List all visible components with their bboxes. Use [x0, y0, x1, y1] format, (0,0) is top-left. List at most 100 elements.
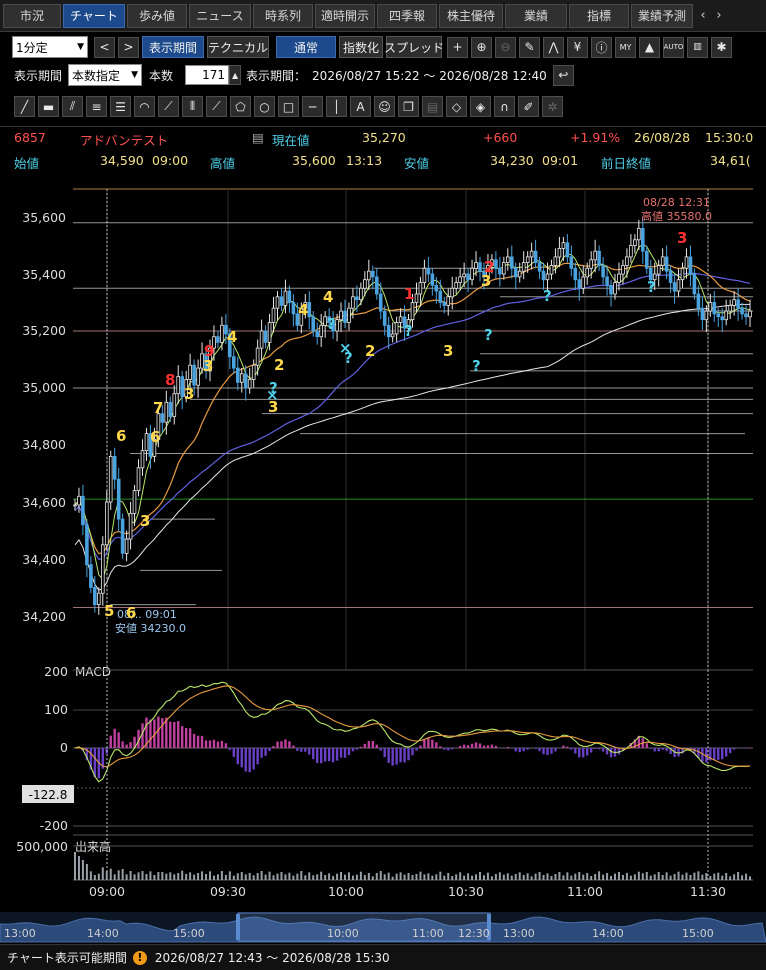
fib-tool-icon[interactable]: ☰	[110, 96, 131, 117]
candle-body-9	[108, 455, 113, 503]
auto-icon[interactable]: AUTO	[663, 36, 684, 58]
toolbar-period: 表示期間 本数指定 ▼ 本数 171 ▲ 表示期間： 2026/08/27 15…	[0, 64, 766, 86]
warning-icon: !	[132, 950, 147, 965]
vline-tool-icon[interactable]: │	[326, 96, 347, 117]
spread-mode-button[interactable]: スプレッド	[384, 36, 444, 58]
prev-interval-button[interactable]: <	[94, 36, 115, 58]
zoom-out-icon[interactable]: ⊖	[495, 36, 516, 58]
candle-body-87	[418, 282, 423, 295]
pen-lock-tool-icon[interactable]: ✐	[518, 96, 539, 117]
tab-benefits[interactable]: 株主優待	[439, 3, 503, 28]
change-value: +660	[483, 130, 518, 145]
low-annotation-text: 安値 34230.0	[115, 621, 186, 635]
period-button[interactable]: 表示期間	[142, 36, 204, 58]
high-value: 35,600	[292, 153, 336, 168]
candle-body-92	[438, 290, 443, 303]
volume-pane[interactable]: 500,000 出来高	[16, 839, 753, 881]
current-label: 現在値	[272, 133, 310, 148]
magnet-tool-icon[interactable]: ∩	[494, 96, 515, 117]
pentagon-tool-icon[interactable]: ⬠	[230, 96, 251, 117]
candle-body-152	[676, 279, 681, 292]
tab-ticks[interactable]: 歩み値	[127, 3, 187, 28]
range-label: 表示期間：	[246, 68, 307, 83]
ruler-tool-icon[interactable]: ▬	[38, 96, 59, 117]
chart-area[interactable]: 35,600 35,400 35,200 35,000 34,800 34,60…	[0, 174, 766, 944]
candle-body-143	[641, 228, 645, 252]
tab-next-button[interactable]: ›	[711, 4, 727, 28]
technical-button[interactable]: テクニカル	[207, 36, 269, 58]
gann-tool-icon[interactable]: ⟋	[206, 96, 227, 117]
area-chart-icon[interactable]: ▲	[639, 36, 660, 58]
tab-market[interactable]: 市況	[3, 3, 61, 28]
candle-body-8	[105, 501, 109, 546]
zoom-in-icon[interactable]: ⊕	[471, 36, 492, 58]
circle-tool-icon[interactable]: ○	[254, 96, 275, 117]
info-icon[interactable]: ⓘ	[591, 36, 612, 58]
interval-value: 1分定	[16, 40, 48, 55]
normal-mode-button[interactable]: 通常	[276, 36, 336, 58]
settings-tool-icon[interactable]: ✲	[542, 96, 563, 117]
period-mode-select[interactable]: 本数指定 ▼	[68, 64, 143, 86]
navigator-window[interactable]	[237, 912, 491, 942]
rect-tool-icon[interactable]: □	[278, 96, 299, 117]
price-pane[interactable]: 35,600 35,400 35,200 35,000 34,800 34,60…	[22, 188, 753, 671]
navigator-handle-left[interactable]	[236, 914, 240, 940]
tab-earnings[interactable]: 業績	[505, 3, 567, 28]
indicator-icon[interactable]: ▥	[687, 36, 708, 58]
pencil-icon[interactable]: ✎	[519, 36, 540, 58]
doc-icon[interactable]: ▤	[252, 130, 264, 145]
tab-indicators[interactable]: 指標	[569, 3, 629, 28]
parallel-tool-icon[interactable]: ⫽	[62, 96, 83, 117]
candle-body-147	[656, 265, 661, 275]
count-stepper[interactable]: ▲	[229, 65, 242, 85]
add-icon[interactable]: +	[447, 36, 468, 58]
select-erase-tool-icon[interactable]: ◈	[470, 96, 491, 117]
high-time: 13:13	[346, 153, 383, 168]
low-value: 34,230	[490, 153, 534, 168]
tab-news[interactable]: ニュース	[189, 3, 251, 28]
tab-prev-button[interactable]: ‹	[695, 4, 711, 28]
candle-body-71	[355, 296, 359, 301]
stamp-tool-icon[interactable]: ☺	[374, 96, 395, 117]
indexed-mode-button[interactable]: 指数化	[339, 36, 383, 58]
eraser-tool-icon[interactable]: ◇	[446, 96, 467, 117]
tab-forecast[interactable]: 業績予測	[631, 3, 693, 28]
copy-tool-icon[interactable]: ❐	[398, 96, 419, 117]
range-navigator[interactable]: 13:00 14:00 15:00 10:00 11:00 12:30 13:0…	[0, 912, 766, 943]
fan-tool-icon[interactable]: ⟋	[158, 96, 179, 117]
my-icon[interactable]: MY	[615, 36, 636, 58]
paste-tool-icon[interactable]: ▤	[422, 96, 443, 117]
candle-body-142	[637, 228, 641, 241]
text-tool-icon[interactable]: A	[350, 96, 371, 117]
vlines-tool-icon[interactable]: ⦀	[182, 96, 203, 117]
macd-pane[interactable]: MACD 200 100 0 -200 -122.8	[22, 664, 753, 880]
tab-shikiho[interactable]: 四季報	[377, 3, 437, 28]
next-interval-button[interactable]: >	[118, 36, 139, 58]
tab-disclosure[interactable]: 適時開示	[315, 3, 375, 28]
hline-tool-icon[interactable]: ─	[302, 96, 323, 117]
zigzag-icon[interactable]: ⋀	[543, 36, 564, 58]
y-tick-35200: 35,200	[22, 323, 66, 338]
count-input[interactable]: 171	[185, 65, 230, 85]
x-tick-1000: 10:00	[328, 884, 364, 899]
low-time: 09:01	[542, 153, 579, 168]
candle-body-4	[89, 564, 93, 588]
wrench-icon[interactable]: ✱	[711, 36, 732, 58]
macd-tick-neg200: -200	[40, 818, 68, 833]
return-icon[interactable]: ↩	[552, 64, 574, 86]
time-axis: 09:00 09:30 10:00 10:30 11:00 11:30	[89, 884, 726, 899]
arc-tool-icon[interactable]: ◠	[134, 96, 155, 117]
interval-select[interactable]: 1分定 ▼	[12, 36, 88, 58]
candle-body-61	[315, 330, 319, 338]
yen-icon[interactable]: ¥	[567, 36, 588, 58]
tab-timeseries[interactable]: 時系列	[253, 3, 313, 28]
candle-body-62	[319, 324, 323, 338]
candle-body-151	[672, 282, 677, 292]
line-tool-icon[interactable]: ╱	[14, 96, 35, 117]
candle-body-31	[196, 367, 200, 386]
candle-body-141	[633, 239, 637, 246]
hlines-tool-icon[interactable]: ≡	[86, 96, 107, 117]
candle-body-2	[81, 495, 85, 526]
tab-chart[interactable]: チャート	[63, 3, 125, 28]
candle-body-113	[521, 262, 526, 272]
